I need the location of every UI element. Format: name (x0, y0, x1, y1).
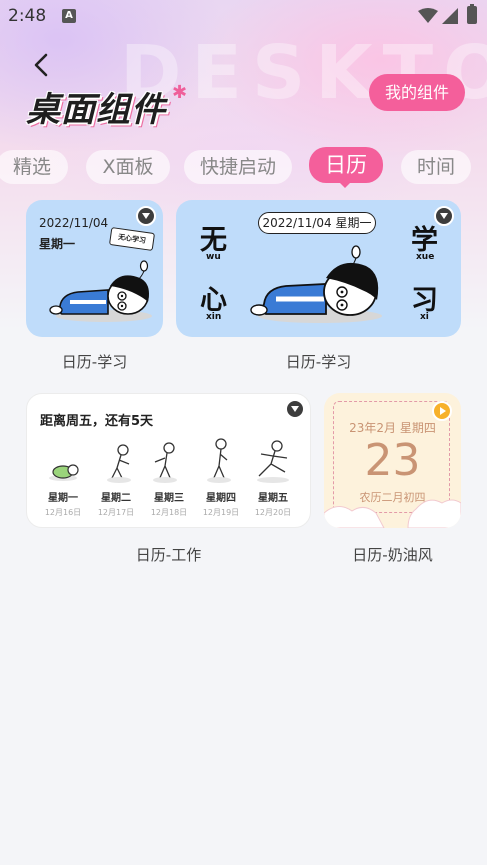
lying-student-illustration (49, 260, 152, 322)
my-widgets-button[interactable]: 我的组件 (369, 74, 465, 111)
widget-date: 2022/11/04 (39, 216, 109, 230)
sign-board: 无心学习 (108, 227, 156, 251)
widget-study-wide-label: 日历-学习 (285, 353, 352, 371)
star-icon: ✱ (172, 82, 188, 103)
signal-icon (442, 8, 458, 24)
tab-calendar[interactable]: 日历 (309, 147, 383, 183)
page-title: 桌面组件 (26, 90, 166, 130)
widget-cream-label: 日历-奶油风 (352, 546, 433, 564)
weekday-item: 星期四 12月19日 (195, 489, 247, 518)
weekday-name: 星期一 (48, 493, 78, 504)
pinyin-xue: xue (416, 252, 435, 262)
battery-icon (467, 4, 477, 24)
status-bar: 2:48 A (0, 0, 487, 32)
pinyin-wu: wu (206, 252, 221, 262)
weekday-date: 12月19日 (202, 508, 240, 517)
weekday-item: 星期三 12月18日 (143, 489, 195, 518)
widget-cream[interactable]: 23年2月 星期四 23 农历二月初四 (324, 393, 461, 528)
weekday-item: 星期二 12月17日 (90, 489, 142, 518)
tab-featured[interactable]: 精选 (0, 150, 68, 184)
widget-weekday: 星期一 (39, 237, 76, 251)
vip-badge-icon (136, 206, 156, 226)
widget-study-small[interactable]: 2022/11/04 星期一 无心学习 (26, 200, 163, 337)
pinyin-xin: xin (206, 312, 222, 322)
category-tabs: 精选 X面板 快捷启动 日历 时间 (0, 147, 487, 187)
work-headline: 距离周五，还有5天 (40, 414, 154, 429)
weekday-date: 12月18日 (150, 508, 188, 517)
weekday-date: 12月16日 (44, 508, 82, 517)
tab-x-panel[interactable]: X面板 (86, 150, 170, 184)
weekday-name: 星期三 (154, 493, 184, 504)
weekday-name: 星期二 (101, 493, 131, 504)
weekday-date: 12月20日 (254, 508, 292, 517)
weekday-name: 星期四 (206, 493, 236, 504)
play-badge-icon (432, 401, 452, 421)
weekday-figures-illustration (49, 438, 289, 483)
widget-study-wide[interactable]: 2022/11/04 星期一 无 wu 学 xue 心 xin 习 xi (176, 200, 461, 337)
back-arrow-icon[interactable] (26, 48, 58, 82)
app-notification-icon: A (62, 9, 76, 23)
pinyin-xi: xi (420, 312, 429, 322)
weekday-item: 星期五 12月20日 (247, 489, 299, 518)
widget-study-small-label: 日历-学习 (61, 353, 128, 371)
status-time: 2:48 (8, 6, 47, 26)
cream-day-number: 23 (364, 435, 421, 486)
tab-time[interactable]: 时间 (401, 150, 471, 184)
vip-badge-icon (285, 399, 305, 419)
widget-work[interactable]: 距离周五，还有5天 星期一 12月16日 星期二 12月17日 星期三 12月1… (26, 393, 311, 528)
lying-student-illustration (250, 245, 382, 323)
weekday-date: 12月17日 (97, 508, 135, 517)
cloud-decoration (324, 499, 461, 528)
wifi-icon (418, 8, 438, 23)
weekday-name: 星期五 (258, 493, 288, 504)
cream-month-line: 23年2月 星期四 (349, 421, 436, 435)
widget-date-pill: 2022/11/04 星期一 (258, 212, 376, 234)
active-tab-pointer (338, 181, 352, 188)
weekday-item: 星期一 12月16日 (37, 489, 89, 518)
tab-quick-launch[interactable]: 快捷启动 (184, 150, 292, 184)
widget-work-label: 日历-工作 (135, 546, 202, 564)
